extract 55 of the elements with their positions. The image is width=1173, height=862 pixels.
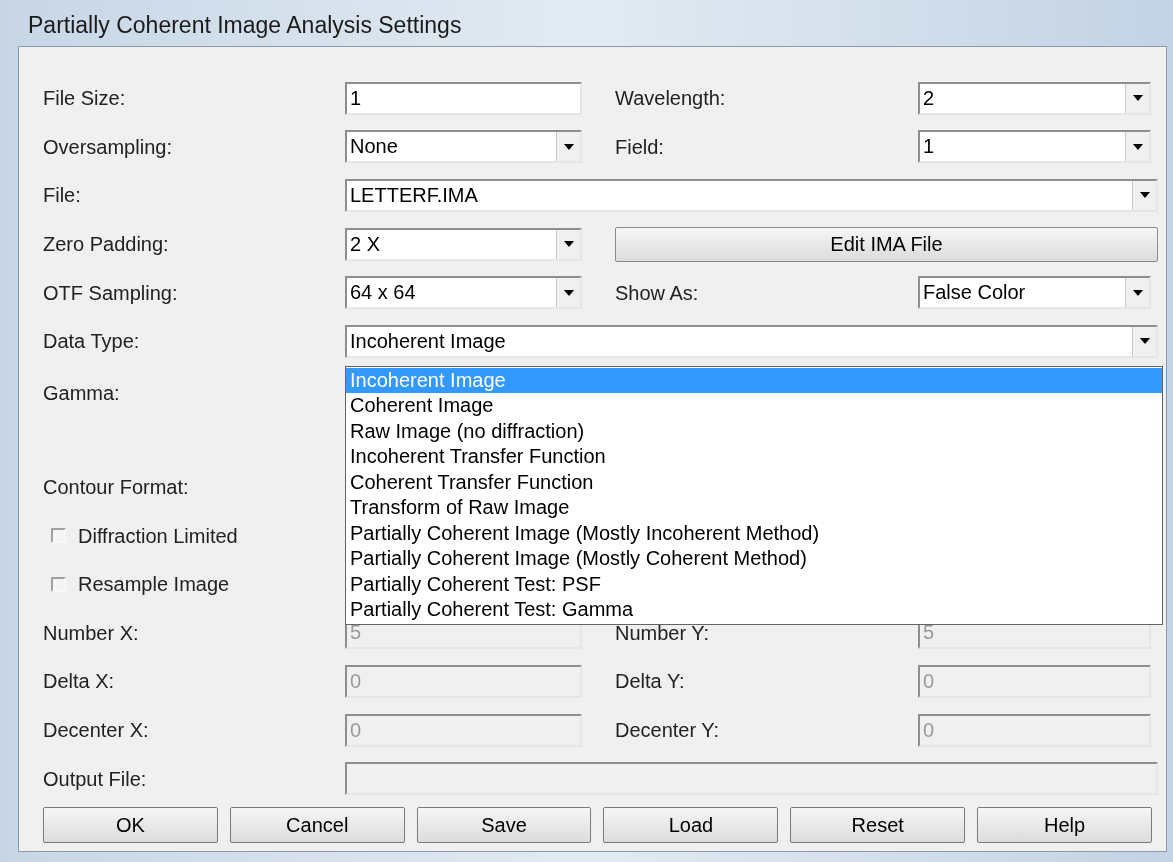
field-label: Oversampling: bbox=[43, 134, 172, 160]
dropdown[interactable]: False Color bbox=[918, 276, 1151, 310]
dropdown[interactable]: 2 bbox=[918, 81, 1151, 115]
caret-icon bbox=[1139, 338, 1150, 345]
dialog-button[interactable]: Reset bbox=[790, 806, 966, 843]
caret-icon bbox=[1132, 95, 1143, 102]
dialog-button[interactable]: Cancel bbox=[229, 806, 405, 843]
field-label: Decenter X: bbox=[43, 718, 149, 743]
dialog-button[interactable]: OK bbox=[43, 806, 218, 843]
list-item[interactable]: Incoherent Transfer Function bbox=[346, 444, 1162, 470]
field-label: OTF Sampling: bbox=[43, 280, 178, 306]
field-label: Number Y: bbox=[615, 620, 710, 646]
dialog-button[interactable]: Help bbox=[977, 806, 1152, 843]
field-label: Resample Image bbox=[78, 572, 230, 598]
dialog-button[interactable]: Load bbox=[603, 806, 779, 843]
field-label: Show As: bbox=[615, 280, 699, 306]
list-item[interactable]: Partially Coherent Test: PSF bbox=[346, 571, 1162, 598]
caret-icon bbox=[1132, 289, 1143, 296]
field-label: File Size: bbox=[43, 86, 126, 112]
caret-icon bbox=[1139, 192, 1150, 199]
field-label: Decenter Y: bbox=[615, 718, 720, 743]
caret-icon bbox=[563, 143, 574, 150]
list-item[interactable]: Raw Image (no diffraction) bbox=[346, 418, 1162, 445]
caret-icon bbox=[563, 289, 574, 296]
dropdown[interactable]: 2 X bbox=[345, 227, 582, 261]
field-label: Diffraction Limited bbox=[78, 523, 238, 549]
dropdown[interactable]: Incoherent Image bbox=[345, 324, 1158, 358]
dropdown[interactable]: 64 x 64 bbox=[345, 276, 582, 310]
dropdown[interactable]: LETTERF.IMA bbox=[345, 179, 1158, 212]
checkbox[interactable] bbox=[51, 528, 66, 544]
dropdown[interactable]: None bbox=[345, 130, 582, 164]
edit-button[interactable]: Edit IMA File bbox=[615, 226, 1158, 262]
caret-icon bbox=[563, 241, 574, 248]
field-label: File: bbox=[43, 183, 81, 209]
caret-icon bbox=[1132, 143, 1143, 150]
list-item[interactable]: Coherent Transfer Function bbox=[346, 469, 1162, 496]
field-label: Data Type: bbox=[43, 329, 140, 355]
list-item[interactable]: Partially Coherent Image (Mostly Coherent Method) bbox=[346, 546, 1162, 572]
list-item[interactable]: Transform of Raw Image bbox=[346, 495, 1162, 521]
field-label: Delta X: bbox=[43, 669, 115, 695]
field-label: Zero Padding: bbox=[43, 232, 169, 258]
field-label: Gamma: bbox=[43, 380, 120, 406]
field-label: Delta Y: bbox=[615, 669, 685, 695]
input-field[interactable]: 1 bbox=[345, 81, 582, 115]
window-title: Partially Coherent Image Analysis Settings bbox=[28, 10, 462, 40]
field-label: Wavelength: bbox=[615, 86, 726, 112]
dialog-button[interactable]: Save bbox=[416, 806, 592, 843]
field-label: Field: bbox=[615, 134, 664, 160]
field-label: Number X: bbox=[43, 620, 139, 646]
checkbox[interactable] bbox=[51, 576, 66, 592]
field-label: Contour Format: bbox=[43, 475, 189, 501]
field-label: Output File: bbox=[43, 766, 147, 792]
list-item[interactable]: Coherent Image bbox=[346, 393, 1162, 419]
dropdown[interactable]: 1 bbox=[918, 130, 1151, 164]
list-item[interactable]: Partially Coherent Image (Mostly Incoherent Method) bbox=[346, 520, 1162, 547]
